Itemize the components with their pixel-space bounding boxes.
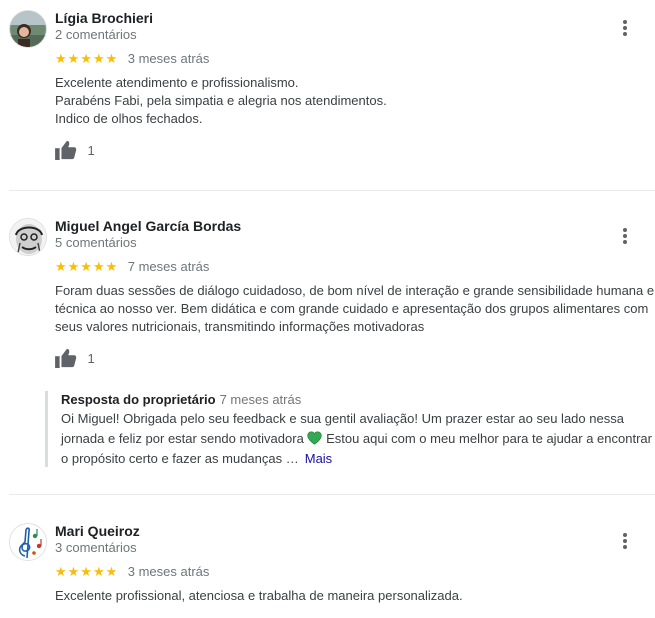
more-options-button[interactable] [615, 531, 635, 555]
owner-response-title: Resposta do proprietário [61, 392, 216, 407]
star-rating: ★★★★★ [55, 563, 119, 579]
like-count: 1 [87, 142, 95, 158]
more-vert-icon [623, 533, 627, 537]
review-text-line: Excelente atendimento e profissionalismo… [55, 75, 299, 90]
more-options-button[interactable] [615, 18, 635, 42]
rating-row: ★★★★★ 7 meses atrás [55, 258, 210, 275]
review-text: Excelente atendimento e profissionalismo… [55, 74, 655, 128]
green-heart-icon [307, 431, 323, 445]
like-count: 1 [87, 350, 95, 366]
rating-row: ★★★★★ 3 meses atrás [55, 563, 210, 580]
reviewer-name[interactable]: Lígia Brochieri [55, 10, 153, 26]
divider [9, 190, 655, 191]
star-rating: ★★★★★ [55, 258, 119, 274]
more-vert-icon [623, 20, 627, 24]
review-text-line: Parabéns Fabi, pela simpatia e alegria n… [55, 93, 387, 108]
divider [9, 494, 655, 495]
like-button[interactable]: 1 [55, 348, 95, 370]
review-time: 7 meses atrás [127, 259, 210, 275]
reviewer-avatar[interactable] [9, 218, 47, 256]
review-text-line: Indico de olhos fechados. [55, 111, 203, 126]
reviewer-review-count: 3 comentários [55, 540, 137, 555]
review-time: 3 meses atrás [127, 51, 210, 67]
reviewer-avatar[interactable] [9, 10, 47, 48]
owner-response-text: Oi Miguel! Obrigada pelo seu feedback e … [61, 409, 655, 469]
read-more-link[interactable]: Mais [305, 451, 332, 466]
reviewer-name[interactable]: Miguel Angel García Bordas [55, 218, 241, 234]
music-notes-avatar-icon [10, 524, 46, 560]
reviewer-name[interactable]: Mari Queiroz [55, 523, 140, 539]
review-text: Excelente profissional, atenciosa e trab… [55, 588, 463, 603]
thumbs-up-icon [55, 140, 77, 160]
reviewer-review-count: 5 comentários [55, 235, 137, 250]
reviewer-review-count: 2 comentários [55, 27, 137, 42]
review-time: 3 meses atrás [127, 564, 210, 580]
photo-avatar-icon [10, 11, 46, 47]
reviewer-avatar[interactable] [9, 523, 47, 561]
star-rating: ★★★★★ [55, 50, 119, 66]
thumbs-up-icon [55, 348, 77, 368]
photo-avatar-icon [10, 219, 46, 255]
rating-row: ★★★★★ 3 meses atrás [55, 50, 210, 67]
owner-response: Resposta do proprietário 7 meses atrás Oi… [45, 391, 655, 467]
like-button[interactable]: 1 [55, 140, 95, 162]
review-text: Foram duas sessões de diálogo cuidadoso,… [55, 283, 655, 334]
more-vert-icon [623, 228, 627, 232]
more-options-button[interactable] [615, 226, 635, 250]
owner-response-time: 7 meses atrás [219, 392, 302, 407]
